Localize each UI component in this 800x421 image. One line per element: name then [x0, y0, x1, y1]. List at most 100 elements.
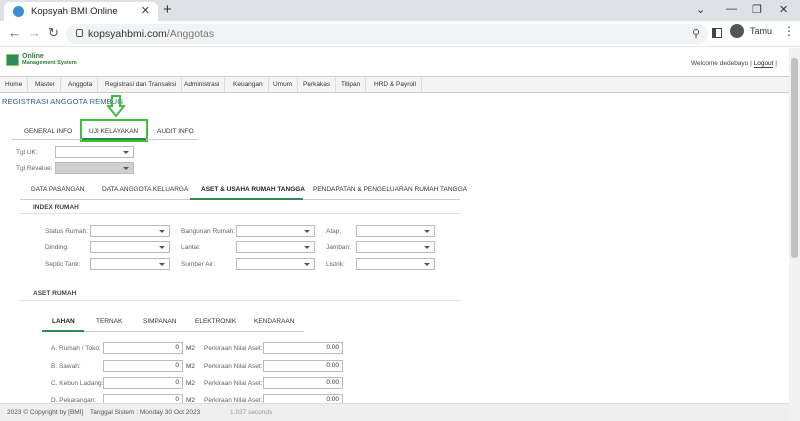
septic-tank-label: Septic Tank: — [45, 261, 81, 268]
page-title: REGISTRASI ANGGOTA REMBUG — [2, 97, 124, 106]
browser-tab[interactable]: Kopsyah BMI Online ✕ — [4, 2, 158, 21]
page-scrollbar-thumb[interactable] — [791, 58, 798, 258]
tab-data-pasangan[interactable]: DATA PASANGAN — [31, 186, 84, 193]
page-content: Online Management System Welcome dedebay… — [0, 48, 789, 421]
reload-icon[interactable]: ↻ — [48, 25, 59, 41]
forward-icon[interactable]: → — [28, 25, 41, 40]
jamban-label: Jamban: — [326, 244, 351, 251]
sumber-air-select[interactable] — [236, 258, 315, 270]
atap-select[interactable] — [356, 225, 435, 237]
close-tab-icon[interactable]: ✕ — [141, 4, 150, 17]
lantai-label: Lantai: — [181, 244, 201, 251]
bangunan-rumah-select[interactable] — [236, 225, 315, 237]
estimasi-input[interactable]: 0.00 — [263, 377, 343, 389]
welcome-bracket: | — [775, 60, 777, 67]
chevron-down-icon — [304, 263, 310, 266]
browser-tabstrip: Kopsyah BMI Online ✕ + ⌄ — ❐ ✕ — [0, 0, 800, 21]
chevron-down-icon — [424, 246, 430, 249]
browser-tab-title: Kopsyah BMI Online — [31, 6, 118, 17]
chevron-down-icon — [123, 151, 129, 154]
restore-icon[interactable]: ❐ — [752, 3, 762, 16]
tab-audit-info[interactable]: AUDIT INFO — [157, 128, 194, 135]
chevron-down-icon — [123, 167, 129, 170]
chevron-down-icon — [424, 263, 430, 266]
side-panel-icon[interactable] — [712, 28, 722, 38]
tab-elektronik[interactable]: ELEKTRONIK — [195, 318, 236, 325]
menu-administrasi[interactable]: Administrasi — [179, 77, 226, 92]
footer-copyright: 2023 © Copyright by [BMI] — [7, 409, 84, 416]
tab-active-indicator — [82, 138, 146, 140]
logo-line2: Management System — [22, 60, 77, 66]
listrik-select[interactable] — [356, 258, 435, 270]
tab-data-anggota-keluarga[interactable]: DATA ANGGOTA KELUARGA — [102, 186, 188, 193]
chevron-down-icon — [424, 230, 430, 233]
estimasi-label: Perkiraan Nilai Aset: — [204, 363, 263, 370]
listrik-label: Listrik: — [326, 261, 345, 268]
back-icon[interactable]: ← — [8, 25, 21, 40]
lock-icon — [76, 29, 83, 37]
estimasi-label: Perkiraan Nilai Aset: — [204, 345, 263, 352]
jamban-select[interactable] — [356, 241, 435, 253]
welcome-user: Welcome dedebayu | — [690, 60, 754, 67]
tab-ternak[interactable]: TERNAK — [96, 318, 122, 325]
luas-input[interactable]: 0 — [103, 360, 183, 372]
app-footer: 2023 © Copyright by [BMI] Tanggal Sistem… — [0, 403, 789, 421]
logo-mark-icon — [6, 54, 19, 66]
annotation-arrow-icon — [107, 95, 125, 117]
unit-label: M2 — [186, 380, 196, 387]
chevron-down-icon[interactable]: ⌄ — [696, 3, 705, 16]
url-path: /Anggotas — [166, 28, 215, 40]
menu-kebab-icon[interactable]: ⋮ — [783, 24, 795, 38]
welcome-text: Welcome dedebayu | Logout | — [690, 60, 777, 68]
status-rumah-label: Status Rumah: — [45, 228, 88, 235]
luas-input[interactable]: 0 — [103, 377, 183, 389]
estimasi-label: Perkiraan Nilai Aset: — [204, 380, 263, 387]
profile-name[interactable]: Tamu — [750, 26, 772, 36]
tab-pendapatan-pengeluaran[interactable]: PENDAPATAN & PENGELUARAN RUMAH TANGGA — [313, 186, 467, 193]
septic-tank-select[interactable] — [90, 258, 170, 270]
menu-master[interactable]: Master — [30, 77, 61, 92]
menu-keuangan[interactable]: Keuangan — [228, 77, 269, 92]
aset-rumah-divider — [20, 300, 460, 301]
menu-perkakas[interactable]: Perkakas — [298, 77, 337, 92]
status-rumah-select[interactable] — [90, 225, 170, 237]
tab-simpanan[interactable]: SIMPANAN — [143, 318, 176, 325]
app-header: Online Management System Welcome dedebay… — [0, 48, 789, 76]
bangunan-rumah-label: Bangunan Rumah: — [181, 228, 236, 235]
logo-line1: Online — [22, 53, 44, 60]
menu-titipan[interactable]: Titipan — [336, 77, 367, 92]
lantai-select[interactable] — [236, 241, 315, 253]
tgl-uk-select[interactable] — [55, 146, 134, 158]
menu-home[interactable]: Home — [0, 77, 29, 92]
aset-rumah-title: ASET RUMAH — [33, 290, 77, 297]
tgl-revalue-select[interactable] — [55, 162, 134, 174]
close-window-icon[interactable]: ✕ — [779, 3, 788, 16]
new-tab-icon[interactable]: + — [163, 1, 172, 18]
chevron-down-icon — [304, 246, 310, 249]
menu-registrasi[interactable]: Registrasi dan Transaksi — [100, 77, 183, 92]
tab-uji-kelayakan[interactable]: UJI KELAYAKAN — [89, 128, 138, 135]
tab-general-info[interactable]: GENERAL INFO — [24, 128, 72, 135]
chevron-down-icon — [304, 230, 310, 233]
aset-tab-active-indicator — [42, 330, 84, 332]
atap-label: Atap: — [326, 228, 342, 235]
logout-link[interactable]: Logout — [753, 60, 774, 68]
subtab-active-indicator — [190, 198, 303, 200]
index-rumah-title: INDEX RUMAH — [33, 204, 79, 211]
row-label: B. Sawah: — [51, 363, 81, 370]
tab-aset-usaha[interactable]: ASET & USAHA RUMAH TANGGA — [201, 186, 305, 193]
minimize-icon[interactable]: — — [726, 3, 737, 15]
tab-kendaraan[interactable]: KENDARAAN — [254, 318, 294, 325]
zoom-icon[interactable]: ⚲ — [692, 27, 700, 40]
estimasi-input[interactable]: 0.00 — [263, 342, 343, 354]
menu-anggota[interactable]: Anggota — [63, 77, 99, 92]
dinding-select[interactable] — [90, 241, 170, 253]
tab-lahan[interactable]: LAHAN — [52, 318, 75, 325]
menu-hrd-payroll[interactable]: HRD & Payroll — [369, 77, 422, 92]
estimasi-input[interactable]: 0.00 — [263, 360, 343, 372]
url-field[interactable]: kopsyahbmi.com/Anggotas ⚲ — [66, 24, 708, 44]
menu-umum[interactable]: Umum — [268, 77, 299, 92]
profile-avatar-icon[interactable] — [730, 24, 744, 38]
luas-input[interactable]: 0 — [103, 342, 183, 354]
row-label: A. Rumah / Toko: — [51, 345, 101, 352]
